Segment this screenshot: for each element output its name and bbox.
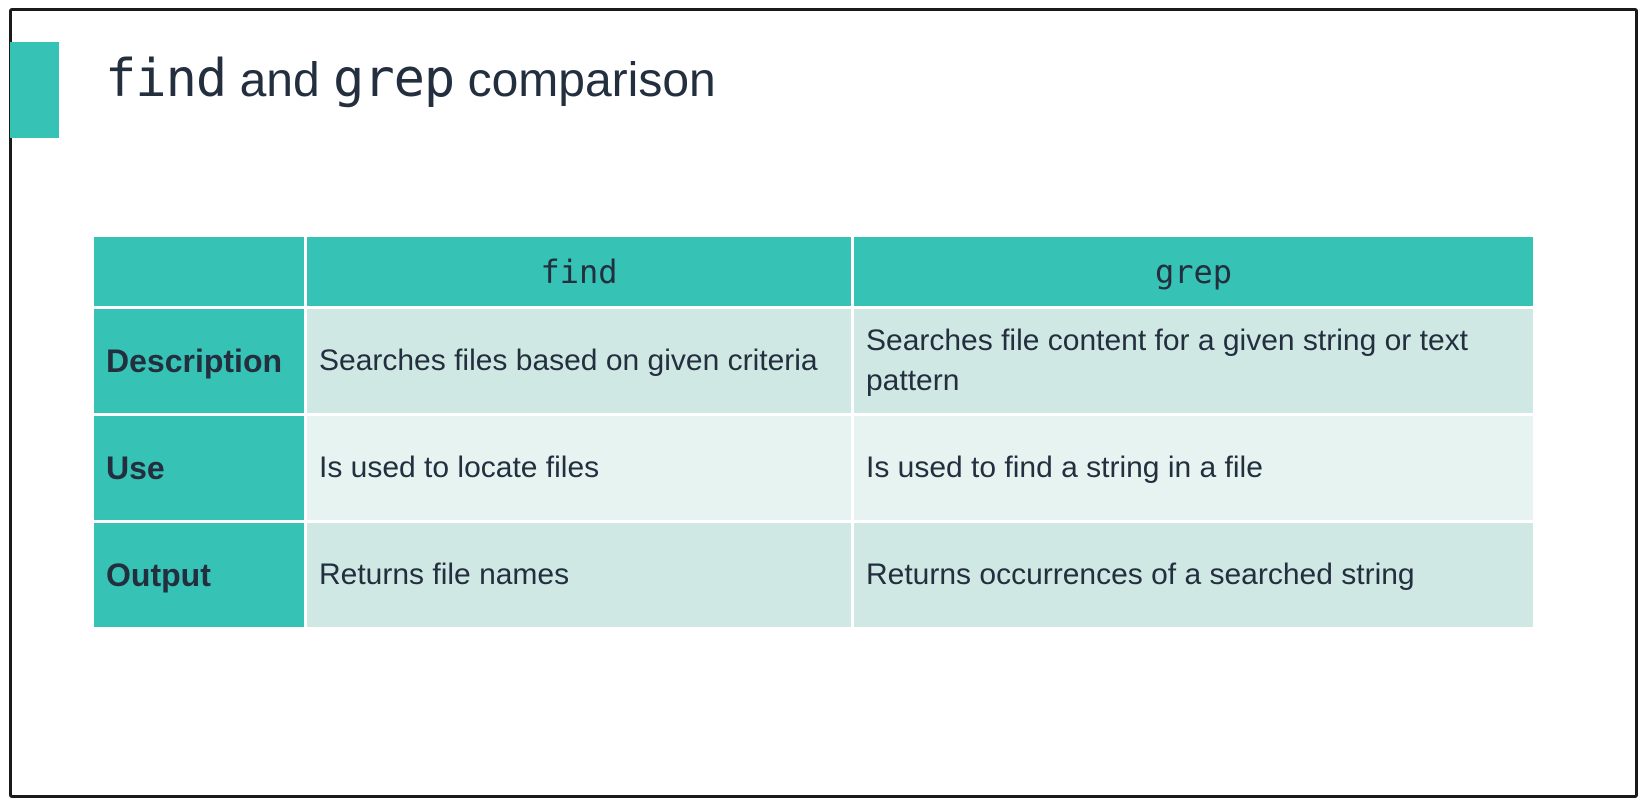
title-find: find	[105, 49, 227, 109]
table-row: Description Searches files based on give…	[91, 306, 1536, 416]
row-label-description: Description	[91, 306, 307, 416]
header-grep: grep	[851, 234, 1536, 309]
cell-use-find: Is used to locate files	[304, 413, 854, 523]
title-suffix: comparison	[467, 54, 716, 107]
table-header-row: find grep	[91, 234, 1536, 309]
title-accent-bar	[10, 42, 59, 138]
title-connector: and	[239, 54, 320, 107]
cell-output-grep: Returns occurrences of a searched string	[851, 520, 1536, 630]
comparison-table: find grep Description Searches files bas…	[91, 234, 1536, 630]
table-row: Output Returns file names Returns occurr…	[91, 520, 1536, 630]
slide-title: find and grep comparison	[105, 44, 716, 114]
header-empty-cell	[91, 234, 307, 309]
cell-description-find: Searches files based on given criteria	[304, 306, 854, 416]
cell-output-find: Returns file names	[304, 520, 854, 630]
cell-description-grep: Searches file content for a given string…	[851, 306, 1536, 416]
cell-use-grep: Is used to find a string in a file	[851, 413, 1536, 523]
header-find: find	[304, 234, 854, 309]
title-grep: grep	[333, 49, 455, 109]
row-label-use: Use	[91, 413, 307, 523]
table-row: Use Is used to locate files Is used to f…	[91, 413, 1536, 523]
row-label-output: Output	[91, 520, 307, 630]
